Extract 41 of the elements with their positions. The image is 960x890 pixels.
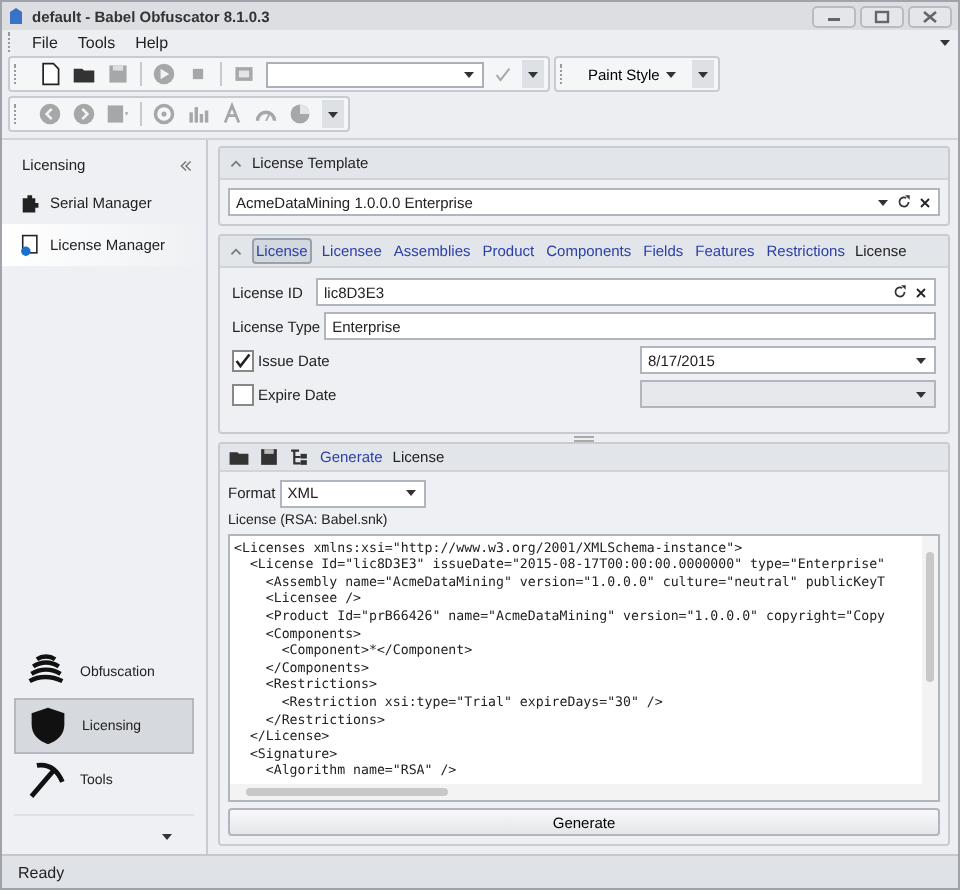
menu-item[interactable]: Help <box>125 33 179 51</box>
horizontal-scrollbar[interactable] <box>230 784 938 800</box>
pickaxe-icon <box>26 760 66 800</box>
overflow-button[interactable] <box>322 100 344 128</box>
dropdown-arrow-icon[interactable] <box>938 37 952 47</box>
refresh-icon[interactable] <box>896 194 912 210</box>
checkbox[interactable] <box>232 349 254 371</box>
close-icon[interactable] <box>918 195 932 209</box>
close-icon[interactable] <box>914 285 928 299</box>
close-button[interactable] <box>908 5 952 27</box>
hierarchy-icon[interactable] <box>288 445 310 468</box>
vertical-scrollbar[interactable] <box>922 535 938 784</box>
refresh-icon[interactable] <box>892 284 908 300</box>
status-bar: Ready <box>2 854 958 888</box>
double-chevron-icon[interactable] <box>178 157 194 173</box>
overflow-button[interactable] <box>691 60 714 88</box>
dropdown-arrow-icon[interactable] <box>462 69 476 79</box>
app-icon <box>8 6 26 26</box>
document-icon[interactable] <box>38 62 62 86</box>
menu-item[interactable]: Tools <box>67 33 126 51</box>
dropdown-arrow-icon[interactable] <box>403 488 418 499</box>
dropdown-arrow-icon[interactable] <box>526 69 540 79</box>
maximize-button[interactable] <box>860 5 904 27</box>
minimize-button[interactable] <box>812 5 856 27</box>
chevron-up-icon[interactable] <box>228 155 244 171</box>
menu-item[interactable]: File <box>22 33 68 51</box>
shield-icon <box>28 706 68 746</box>
dropdown-arrow-icon[interactable] <box>914 389 928 399</box>
dropdown-arrow-icon[interactable] <box>876 197 890 207</box>
certificate-icon <box>18 234 40 256</box>
puzzle-icon <box>18 192 40 214</box>
floppy-icon[interactable] <box>258 445 280 468</box>
dropdown-arrow-icon[interactable] <box>695 69 710 79</box>
overflow-button[interactable] <box>522 60 544 88</box>
dropdown-arrow-icon[interactable] <box>914 355 928 365</box>
dropdown-arrow-icon[interactable] <box>663 69 678 79</box>
dropdown-arrow-icon[interactable] <box>160 832 174 842</box>
date-field[interactable] <box>640 380 936 408</box>
chevron-up-icon[interactable] <box>228 243 244 259</box>
checkbox[interactable] <box>232 383 254 405</box>
dropdown-arrow-icon[interactable] <box>326 109 340 119</box>
